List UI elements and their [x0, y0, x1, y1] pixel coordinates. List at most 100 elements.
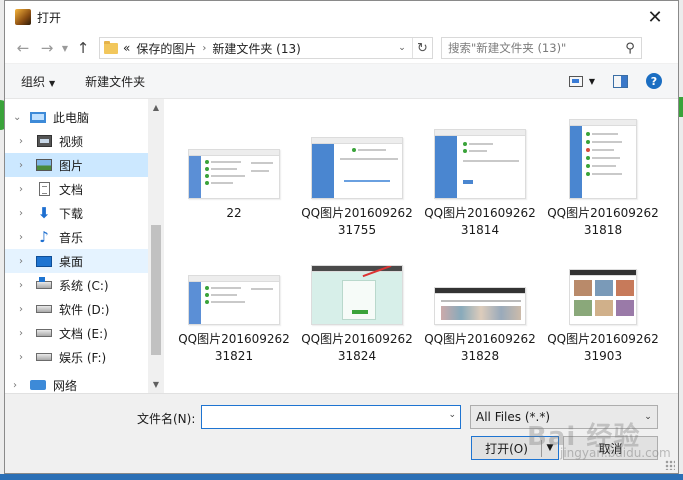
expand-chevron-icon[interactable]: ›	[19, 136, 31, 147]
navigation-bar: ← → ▼ ↑ « 保存的图片 › 新建文件夹 (13) ⌄ ↻ 搜索"新建文件…	[5, 33, 678, 63]
file-item[interactable]: QQ图片20160926231824	[301, 265, 413, 365]
file-item[interactable]: QQ图片20160926231814	[424, 129, 536, 239]
organize-button[interactable]: 组织 ▼	[21, 73, 55, 90]
sidebar-item-drive-e[interactable]: › 文档 (E:)	[5, 321, 148, 345]
drive-icon	[35, 277, 53, 293]
sidebar-item-videos[interactable]: › 视频	[5, 129, 148, 153]
expand-chevron-icon[interactable]: ›	[19, 328, 31, 339]
navigation-pane: ⌄ 此电脑 › 视频 › 图片 › 文档 › ⬇ 下载 › ♪ 音乐 › 桌面 …	[5, 99, 164, 393]
sidebar-item-music[interactable]: › ♪ 音乐	[5, 225, 148, 249]
music-icon: ♪	[39, 228, 49, 246]
help-icon[interactable]: ?	[646, 73, 662, 89]
filename-history-chevron-icon[interactable]: ⌄	[448, 410, 456, 420]
file-item[interactable]: QQ图片20160926231821	[178, 275, 290, 365]
address-bar[interactable]: « 保存的图片 › 新建文件夹 (13) ⌄ ↻	[99, 37, 433, 59]
chevron-down-icon: ⌄	[644, 412, 652, 422]
file-thumbnail	[188, 275, 280, 325]
file-item[interactable]: QQ图片20160926231903	[547, 269, 659, 365]
filename-label: 文件名(N):	[137, 412, 196, 426]
expand-chevron-icon[interactable]: ›	[19, 208, 31, 219]
sidebar-item-label: 软件 (D:)	[59, 302, 110, 317]
search-input[interactable]: 搜索"新建文件夹 (13)" ⚲	[441, 37, 642, 59]
breadcrumb-overflow[interactable]: «	[123, 41, 130, 55]
scrollbar-thumb[interactable]	[151, 225, 161, 355]
file-name: QQ图片20160926231818	[547, 206, 659, 237]
breadcrumb-saved-pictures[interactable]: 保存的图片	[136, 40, 196, 57]
file-item[interactable]: QQ图片20160926231828	[424, 287, 536, 365]
sidebar-item-label: 系统 (C:)	[59, 278, 109, 293]
view-options-chevron-icon[interactable]: ▼	[589, 77, 595, 86]
close-button[interactable]: ✕	[632, 1, 678, 33]
document-icon	[35, 181, 53, 197]
file-name: QQ图片20160926231903	[547, 332, 659, 363]
sidebar-item-label: 视频	[59, 134, 84, 149]
drive-icon	[35, 325, 53, 341]
baidu-watermark-url: jingyan.baidu.com	[560, 446, 671, 460]
address-dropdown-icon[interactable]: ⌄	[392, 43, 412, 53]
sidebar-item-documents[interactable]: › 文档	[5, 177, 148, 201]
search-icon[interactable]: ⚲	[619, 41, 641, 56]
scroll-down-icon[interactable]: ▼	[148, 376, 164, 393]
sidebar-item-label: 娱乐 (F:)	[59, 350, 107, 365]
expand-chevron-icon[interactable]: ›	[19, 184, 31, 195]
sidebar-item-label: 图片	[59, 158, 84, 173]
forward-arrow-icon[interactable]: →	[35, 39, 59, 57]
breadcrumb-separator-icon[interactable]: ›	[202, 43, 206, 54]
drive-icon	[35, 349, 53, 365]
expand-chevron-icon[interactable]: ›	[19, 304, 31, 315]
download-icon: ⬇	[37, 204, 51, 222]
window-title: 打开	[37, 10, 62, 25]
scroll-up-icon[interactable]: ▲	[148, 99, 164, 116]
desktop-icon	[35, 253, 53, 269]
search-placeholder: 搜索"新建文件夹 (13)"	[448, 41, 567, 55]
sidebar-item-label: 此电脑	[53, 110, 90, 125]
file-name: QQ图片20160926231821	[178, 332, 290, 363]
expand-chevron-icon[interactable]: ›	[19, 232, 31, 243]
collapse-chevron-icon[interactable]: ⌄	[13, 112, 25, 123]
breadcrumb-current-folder[interactable]: 新建文件夹 (13)	[212, 40, 300, 57]
network-icon	[29, 377, 47, 393]
close-icon: ✕	[647, 6, 663, 28]
sidebar-item-label: 网络	[53, 378, 78, 393]
resize-grip-icon[interactable]	[665, 460, 675, 470]
file-thumbnail	[434, 287, 526, 325]
sidebar-item-drive-c[interactable]: › 系统 (C:)	[5, 273, 148, 297]
sidebar-item-desktop[interactable]: › 桌面	[5, 249, 148, 273]
back-arrow-icon[interactable]: ←	[11, 39, 35, 57]
recent-locations-chevron-icon[interactable]: ▼	[59, 44, 71, 53]
pc-icon	[29, 109, 47, 125]
file-item[interactable]: QQ图片20160926231818	[547, 119, 659, 239]
command-toolbar: 组织 ▼ 新建文件夹 ▼ ?	[5, 63, 678, 99]
file-item[interactable]: QQ图片20160926231755	[301, 137, 413, 239]
sidebar-item-drive-d[interactable]: › 软件 (D:)	[5, 297, 148, 321]
file-item[interactable]: 22	[178, 149, 290, 222]
refresh-icon[interactable]: ↻	[412, 38, 432, 58]
new-folder-button[interactable]: 新建文件夹	[85, 73, 145, 90]
file-thumbnail	[569, 119, 637, 199]
sidebar-item-pictures[interactable]: › 图片	[5, 153, 148, 177]
file-list: 22 QQ图片20160926231755 QQ图片20160926231814…	[164, 99, 678, 393]
expand-chevron-icon[interactable]: ›	[13, 380, 25, 391]
expand-chevron-icon[interactable]: ›	[19, 256, 31, 267]
drive-icon	[35, 301, 53, 317]
preview-pane-icon[interactable]	[613, 74, 628, 88]
expand-chevron-icon[interactable]: ›	[19, 160, 31, 171]
expand-chevron-icon[interactable]: ›	[19, 352, 31, 363]
sidebar-scrollbar[interactable]: ▲ ▼	[148, 99, 164, 393]
sidebar-item-drive-f[interactable]: › 娱乐 (F:)	[5, 345, 148, 369]
file-thumbnail	[569, 269, 637, 325]
sidebar-item-this-pc[interactable]: ⌄ 此电脑	[5, 105, 148, 129]
open-file-dialog: 打开 ✕ ← → ▼ ↑ « 保存的图片 › 新建文件夹 (13) ⌄ ↻ 搜索…	[4, 0, 679, 474]
expand-chevron-icon[interactable]: ›	[19, 280, 31, 291]
change-view-icon[interactable]	[568, 75, 583, 87]
sidebar-item-downloads[interactable]: › ⬇ 下载	[5, 201, 148, 225]
filename-input[interactable]: ⌄	[201, 405, 461, 429]
picture-icon	[35, 157, 53, 173]
file-thumbnail	[311, 265, 403, 325]
up-arrow-icon[interactable]: ↑	[71, 39, 95, 57]
file-name: 22	[226, 206, 242, 220]
file-thumbnail	[311, 137, 403, 199]
file-thumbnail	[434, 129, 526, 199]
sidebar-item-label: 文档 (E:)	[59, 326, 108, 341]
folder-icon	[104, 40, 118, 54]
